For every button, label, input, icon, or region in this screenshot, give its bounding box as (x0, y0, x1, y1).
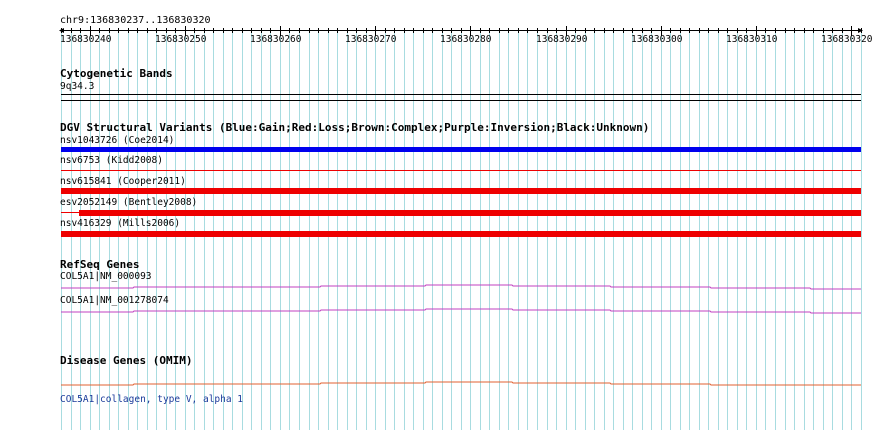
gene-label[interactable]: COL5A1|NM_000093 (60, 271, 152, 283)
track-title-refseq-genes: RefSeq Genes (60, 258, 140, 271)
ruler-tick-label: 136830320 (821, 34, 873, 45)
omim-gene-link[interactable]: COL5A1|collagen, type V, alpha 1 (60, 394, 243, 406)
variant-loss-bar (79, 210, 861, 216)
variant-label[interactable]: nsv1043726 (Coe2014) (60, 135, 174, 147)
ruler-tick-label: 136830310 (726, 34, 778, 45)
variant-label[interactable]: esv2052149 (Bentley2008) (60, 197, 197, 209)
variant-label[interactable]: nsv416329 (Mills2006) (60, 218, 180, 230)
ruler-tick-label: 136830250 (155, 34, 207, 45)
ruler-tick-label: 136830290 (536, 34, 588, 45)
gene-label[interactable]: COL5A1|NM_001278074 (60, 295, 169, 307)
ruler-right-arrow (858, 28, 863, 33)
variant-gain-bar (61, 147, 861, 152)
ruler-tick-label: 136830260 (250, 34, 302, 45)
cytoband-label[interactable]: 9q34.3 (60, 81, 94, 93)
ruler-tick-label: 136830270 (345, 34, 397, 45)
variant-loss-bar (61, 188, 861, 194)
track-title-cytogenetic-bands: Cytogenetic Bands (60, 67, 173, 80)
variant-loss-bar (61, 231, 861, 237)
track-title-disease-genes-omim: Disease Genes (OMIM) (60, 354, 193, 367)
ruler-tick-label: 136830240 (60, 34, 112, 45)
variant-label[interactable]: nsv6753 (Kidd2008) (60, 155, 163, 167)
region-coordinates: chr9:136830237..136830320 (60, 15, 211, 26)
track-title-dgv-structural-variants: DGV Structural Variants (Blue:Gain;Red:L… (60, 121, 650, 134)
ruler-tick-label: 136830280 (440, 34, 492, 45)
ruler-tick-label: 136830300 (631, 34, 683, 45)
variant-label[interactable]: nsv615841 (Cooper2011) (60, 176, 186, 188)
